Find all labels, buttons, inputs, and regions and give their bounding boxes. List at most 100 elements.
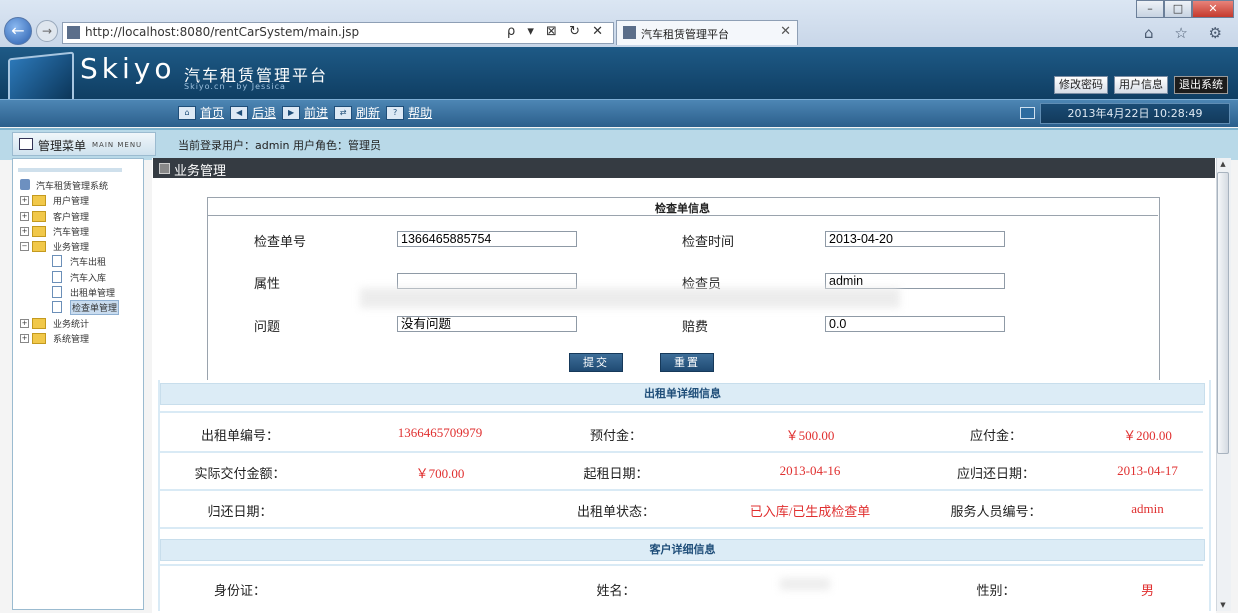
change-password-button[interactable]: 修改密码	[1054, 76, 1108, 94]
divider	[207, 215, 1158, 216]
logout-button[interactable]: 退出系统	[1174, 76, 1228, 94]
detail-value: ￥700.00	[415, 466, 465, 481]
tree-item-label: 汽车租赁管理系统	[36, 182, 109, 192]
tree-item[interactable]: + 用户管理	[20, 193, 138, 208]
expand-toggle-icon[interactable]: +	[20, 196, 29, 206]
tab-title: 汽车租赁管理平台	[641, 28, 729, 41]
scrollbar-thumb[interactable]	[1217, 172, 1229, 454]
folder-icon	[32, 241, 46, 253]
expand-toggle-icon[interactable]: −	[20, 242, 29, 252]
folder-icon	[32, 332, 46, 344]
tree-item-label: 业务统计	[53, 319, 90, 330]
fee-input[interactable]	[825, 316, 1005, 332]
tree-item-label: 客户管理	[53, 212, 90, 223]
tree-item[interactable]: + 客户管理	[20, 209, 138, 224]
expand-toggle-icon[interactable]: +	[20, 226, 29, 236]
detail-value: admin	[1131, 501, 1164, 516]
redacted-area	[360, 288, 900, 308]
reset-button[interactable]: 重置	[660, 353, 714, 372]
user-info-button[interactable]: 用户信息	[1114, 76, 1168, 94]
rental-detail-header: 出租单详细信息	[160, 383, 1205, 405]
maximize-button[interactable]: □	[1164, 0, 1192, 18]
browser-tab[interactable]: 汽车租赁管理平台 ✕	[616, 20, 798, 45]
expand-toggle-icon[interactable]: +	[20, 333, 29, 343]
expand-toggle-icon[interactable]: +	[20, 318, 29, 328]
tree-item[interactable]: 出租单管理	[20, 285, 138, 300]
problem-input[interactable]	[397, 316, 577, 332]
tree-item[interactable]: 汽车出租	[20, 254, 138, 269]
expand-toggle-icon[interactable]: +	[20, 211, 29, 221]
nav-refresh-link[interactable]: 刷新	[356, 104, 380, 121]
detail-value: ￥500.00	[785, 428, 835, 443]
logo-text: Skiyo	[80, 52, 176, 85]
row-divider	[160, 564, 1203, 566]
detail-value: 男	[1140, 583, 1154, 598]
detail-label: 服务人员编号：	[950, 504, 1042, 519]
window-controls: – □ ✕	[1136, 0, 1234, 18]
detail-label: 性别：	[976, 583, 1016, 598]
folder-icon	[32, 225, 46, 237]
address-bar[interactable]: http://localhost:8080/rentCarSystem/main…	[62, 22, 614, 44]
tab-close-icon[interactable]: ✕	[780, 24, 791, 39]
system-root-icon	[20, 179, 30, 190]
tree-item-label: 出租单管理	[70, 289, 116, 300]
check-no-label: 检查单号	[254, 235, 307, 250]
tree-item[interactable]: + 系统管理	[20, 331, 138, 346]
detail-label: 起租日期：	[583, 466, 649, 481]
browser-tool-icons[interactable]: ⌂ ☆ ⚙	[1144, 24, 1230, 42]
address-controls[interactable]: ρ ▾ ⊠ ↻ ✕	[507, 24, 607, 39]
check-no-input[interactable]	[397, 231, 577, 247]
submit-button[interactable]: 提交	[569, 353, 623, 372]
attribute-label: 属性	[254, 277, 281, 292]
tab-favicon-icon	[623, 26, 636, 39]
attribute-input[interactable]	[397, 273, 577, 289]
forward-arrow-icon: ▶	[282, 106, 301, 120]
browser-forward-button[interactable]: →	[36, 20, 58, 42]
tree-item-label: 业务管理	[53, 243, 90, 254]
back-arrow-icon: ◀	[230, 106, 249, 120]
section-title: 业务管理	[174, 164, 227, 179]
page-favicon-icon	[67, 26, 80, 39]
tree-item[interactable]: + 业务统计	[20, 316, 138, 331]
detail-value: 2013-04-17	[1117, 463, 1178, 478]
document-icon	[52, 270, 62, 283]
help-icon: ?	[386, 106, 405, 120]
tree-item-label: 检查单管理	[70, 300, 120, 316]
folder-icon	[32, 210, 46, 222]
detail-value: 1366465709979	[397, 425, 483, 440]
detail-label: 姓名：	[596, 583, 636, 598]
check-time-input[interactable]	[825, 231, 1005, 247]
detail-label: 应付金：	[969, 428, 1022, 443]
browser-back-button[interactable]: ←	[4, 17, 32, 45]
row-divider	[160, 451, 1203, 453]
detail-label: 预付金：	[589, 428, 642, 443]
tree-item-label: 汽车管理	[53, 227, 90, 238]
close-window-button[interactable]: ✕	[1192, 0, 1234, 18]
tree-item-label: 用户管理	[53, 197, 90, 208]
nav-items: ⌂ 首页 ◀ 后退 ▶ 前进 ⇄ 刷新 ? 帮助	[178, 104, 438, 121]
detail-label: 身份证：	[213, 583, 266, 598]
scroll-down-icon[interactable]: ▼	[1217, 599, 1229, 611]
row-divider	[160, 411, 1203, 413]
detail-value: 已入库/已生成检查单	[749, 504, 871, 519]
scroll-up-icon[interactable]: ▲	[1217, 158, 1229, 170]
tree-item[interactable]: − 业务管理	[20, 239, 138, 254]
tree-item[interactable]: 汽车入库	[20, 270, 138, 285]
login-info: 当前登录用户：admin 用户角色：管理员	[178, 139, 381, 152]
tree-item[interactable]: 汽车租赁管理系统	[20, 178, 138, 193]
tree-item-label: 系统管理	[53, 334, 90, 345]
minimize-button[interactable]: –	[1136, 0, 1164, 18]
detail-label: 归还日期：	[207, 504, 273, 519]
tree-item[interactable]: + 汽车管理	[20, 224, 138, 239]
tree-item[interactable]: 检查单管理	[20, 300, 138, 316]
check-time-label: 检查时间	[682, 235, 735, 250]
tree-top-bar	[18, 168, 122, 172]
folder-icon	[32, 195, 46, 207]
detail-label: 实际交付金额：	[194, 466, 286, 481]
nav-home-link[interactable]: 首页	[200, 104, 224, 121]
nav-help-link[interactable]: 帮助	[408, 104, 432, 121]
nav-back-link[interactable]: 后退	[252, 104, 276, 121]
nav-forward-link[interactable]: 前进	[304, 104, 328, 121]
fee-label: 赔费	[682, 320, 709, 335]
inspector-input[interactable]	[825, 273, 1005, 289]
